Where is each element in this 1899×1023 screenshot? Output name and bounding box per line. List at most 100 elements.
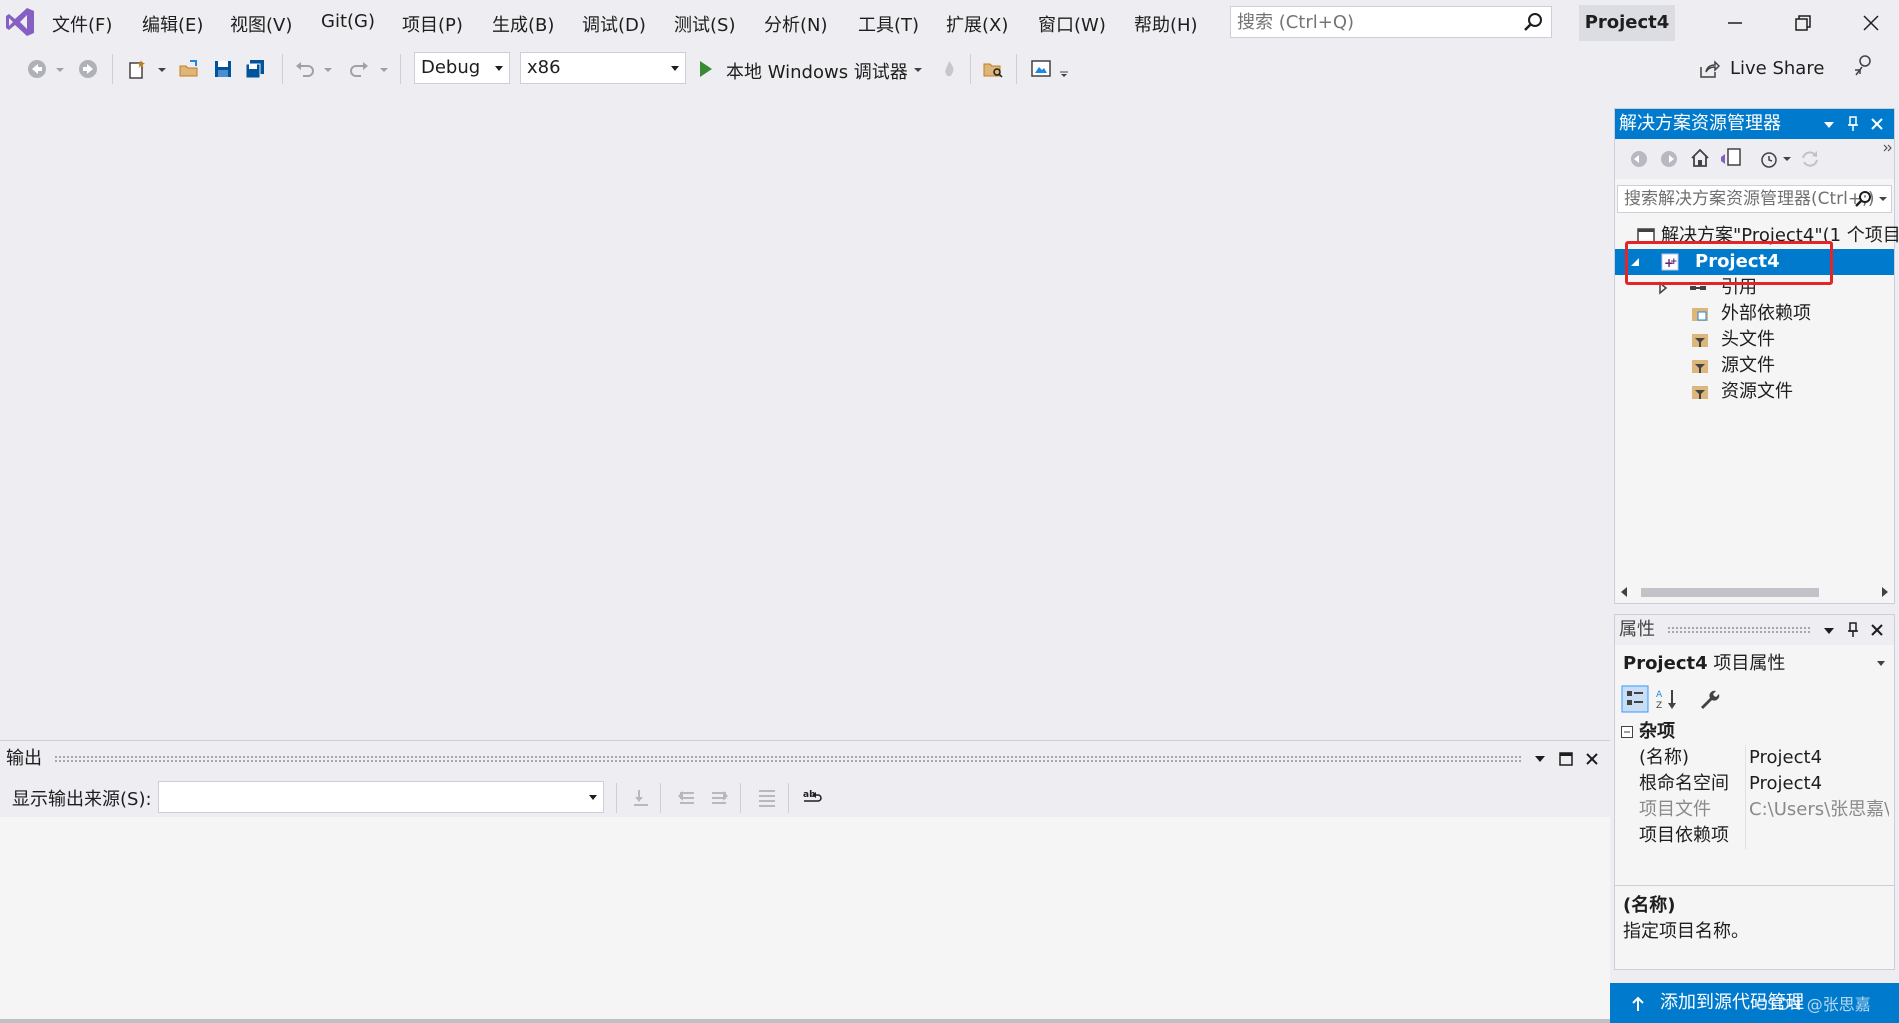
tree-item-resource-files[interactable]: 资源文件 — [1615, 379, 1894, 405]
scrollbar-thumb[interactable] — [1641, 588, 1819, 597]
filter-dropdown-icon[interactable] — [1781, 150, 1793, 168]
save-icon[interactable] — [212, 58, 234, 80]
toolbar-overflow-icon[interactable] — [1058, 58, 1070, 80]
open-folder-icon[interactable] — [178, 58, 200, 80]
close-panel-icon[interactable] — [1584, 751, 1600, 767]
property-category-misc[interactable]: 杂项 — [1615, 719, 1894, 745]
debug-target-dropdown-icon[interactable] — [912, 58, 924, 80]
pending-changes-filter-icon[interactable] — [1759, 148, 1781, 170]
home-icon[interactable] — [1689, 147, 1711, 169]
maximize-panel-icon[interactable] — [1558, 751, 1574, 767]
panel-menu-icon[interactable] — [1532, 751, 1548, 767]
refresh-icon[interactable] — [1799, 148, 1821, 170]
output-source-dropdown[interactable] — [158, 781, 604, 813]
property-row-root-namespace[interactable]: 根命名空间 Project4 — [1615, 771, 1894, 797]
close-panel-icon[interactable] — [1869, 115, 1885, 133]
scroll-left-icon[interactable] — [1619, 586, 1629, 598]
search-options-dropdown-icon[interactable] — [1877, 191, 1889, 207]
menu-file[interactable]: 文件(F) — [52, 11, 112, 36]
solution-explorer-toolbar — [1615, 139, 1894, 179]
hot-reload-icon[interactable] — [938, 58, 960, 80]
close-panel-icon[interactable] — [1869, 621, 1885, 639]
scroll-right-icon[interactable] — [1880, 586, 1890, 598]
menu-tools[interactable]: 工具(T) — [858, 11, 919, 36]
tree-item-source-files[interactable]: 源文件 — [1615, 353, 1894, 379]
visual-studio-logo-icon[interactable] — [4, 6, 36, 38]
live-share-icon[interactable] — [1698, 58, 1720, 80]
global-search-input[interactable] — [1231, 7, 1511, 37]
forward-icon[interactable] — [1659, 149, 1679, 169]
menu-test[interactable]: 测试(S) — [674, 11, 735, 36]
new-dropdown-icon[interactable] — [156, 58, 168, 80]
start-debugging-play-icon[interactable] — [698, 58, 714, 80]
previous-message-icon[interactable] — [676, 786, 698, 808]
menu-extensions[interactable]: 扩展(X) — [946, 11, 1008, 36]
horizontal-scrollbar[interactable] — [1615, 581, 1894, 603]
menu-edit[interactable]: 编辑(E) — [142, 11, 203, 36]
panel-menu-icon[interactable] — [1821, 115, 1837, 133]
properties-object-type: 项目属性 — [1713, 653, 1786, 674]
collapse-category-icon[interactable] — [1621, 726, 1633, 738]
menu-analyze[interactable]: 分析(N) — [764, 11, 828, 36]
property-row-name[interactable]: (名称) Project4 — [1615, 745, 1894, 771]
properties-title-bar[interactable]: 属性 — [1615, 615, 1894, 645]
menu-view[interactable]: 视图(V) — [230, 11, 292, 36]
menu-project[interactable]: 项目(P) — [402, 11, 463, 36]
start-debugging-button[interactable]: 本地 Windows 调试器 — [726, 58, 908, 84]
csdn-watermark: CSDN @张思嘉965 — [1756, 995, 1871, 1014]
word-wrap-icon[interactable]: ab — [802, 786, 824, 808]
new-project-icon[interactable] — [126, 58, 148, 80]
next-message-icon[interactable] — [708, 786, 730, 808]
output-text-area[interactable] — [0, 817, 1610, 1023]
platform-value: x86 — [527, 57, 561, 78]
output-panel: 输出 显示输出来源(S): ab — [0, 740, 1610, 1023]
pin-icon[interactable] — [1845, 115, 1861, 133]
navigate-back-icon[interactable] — [26, 58, 48, 80]
back-dropdown-icon[interactable] — [54, 58, 66, 80]
property-name: 项目依赖项 — [1639, 825, 1729, 846]
close-window-icon[interactable] — [1856, 8, 1886, 38]
search-icon[interactable] — [1853, 189, 1873, 209]
undo-dropdown-icon[interactable] — [322, 58, 334, 80]
output-title-bar[interactable]: 输出 — [0, 741, 1610, 777]
redo-icon[interactable] — [348, 58, 370, 80]
properties-object-selector[interactable]: Project4 项目属性 — [1617, 649, 1892, 679]
menu-build[interactable]: 生成(B) — [492, 11, 554, 36]
solution-explorer-search[interactable]: 搜索解决方案资源管理器(Ctrl+;) — [1617, 185, 1892, 213]
minimize-icon[interactable] — [1720, 8, 1750, 38]
find-in-files-icon[interactable] — [982, 58, 1004, 80]
undo-icon[interactable] — [294, 58, 316, 80]
live-share-button[interactable]: Live Share — [1730, 58, 1824, 79]
property-row-project-dependencies[interactable]: 项目依赖项 — [1615, 823, 1894, 849]
menu-window[interactable]: 窗口(W) — [1038, 11, 1106, 36]
solution-configuration-dropdown[interactable]: Debug — [414, 52, 510, 84]
panel-menu-icon[interactable] — [1821, 621, 1837, 639]
preview-window-icon[interactable] — [1030, 58, 1052, 80]
solution-explorer-title-bar[interactable]: 解决方案资源管理器 — [1615, 109, 1894, 139]
switch-views-icon[interactable] — [1719, 147, 1743, 169]
property-value[interactable]: Project4 — [1749, 771, 1822, 797]
tree-item-header-files[interactable]: 头文件 — [1615, 327, 1894, 353]
navigate-forward-icon[interactable] — [77, 58, 99, 80]
alphabetical-sort-icon[interactable]: AZ — [1655, 687, 1679, 711]
back-icon[interactable] — [1629, 149, 1649, 169]
menu-help[interactable]: 帮助(H) — [1134, 11, 1198, 36]
restore-icon[interactable] — [1788, 8, 1818, 38]
save-all-icon[interactable] — [244, 58, 266, 80]
global-search-box[interactable] — [1230, 6, 1552, 38]
toolbar-overflow-icon[interactable] — [1883, 143, 1893, 155]
property-value[interactable]: Project4 — [1749, 745, 1822, 771]
categorized-view-icon[interactable] — [1621, 685, 1649, 713]
property-row-project-file[interactable]: 项目文件 C:\Users\张思嘉\s — [1615, 797, 1894, 823]
clear-all-icon[interactable] — [756, 786, 778, 808]
menu-debug[interactable]: 调试(D) — [582, 11, 646, 36]
title-menu-bar: 文件(F) 编辑(E) 视图(V) Git(G) 项目(P) 生成(B) 调试(… — [0, 0, 1899, 46]
find-message-in-code-icon[interactable] — [630, 786, 652, 808]
tree-item-external-dependencies[interactable]: 外部依赖项 — [1615, 301, 1894, 327]
pin-icon[interactable] — [1845, 621, 1861, 639]
solution-platform-dropdown[interactable]: x86 — [520, 52, 686, 84]
redo-dropdown-icon[interactable] — [378, 58, 390, 80]
menu-git[interactable]: Git(G) — [321, 11, 375, 35]
property-pages-wrench-icon[interactable] — [1697, 687, 1721, 711]
feedback-person-icon[interactable] — [1852, 54, 1876, 78]
